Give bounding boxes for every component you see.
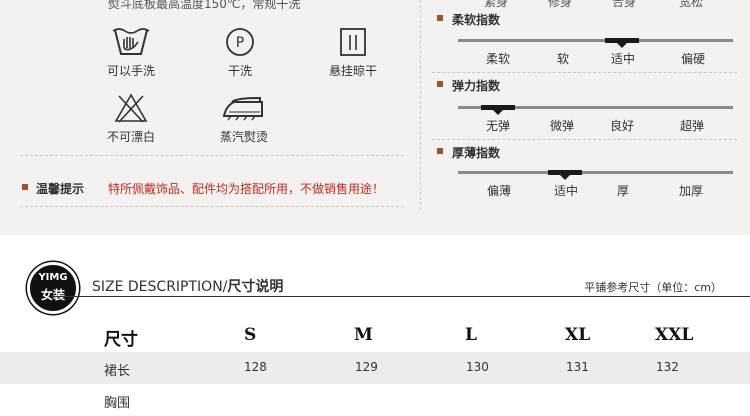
heading-rule <box>52 296 750 297</box>
hand-wash-icon <box>112 28 150 55</box>
brand-logo: YIMG 女装 <box>27 262 79 314</box>
softness-index-label: 适中 <box>610 52 636 66</box>
column-header: 尺寸 <box>104 330 138 350</box>
steam-iron-icon <box>222 96 263 121</box>
logo-text: 女装 <box>40 288 65 302</box>
care-label: 不可漂白 <box>106 130 155 144</box>
softness-index-title: 柔软指数 <box>452 13 501 27</box>
care-label: 悬挂晾干 <box>328 64 377 78</box>
thickness-index-label: 加厚 <box>678 184 704 198</box>
elasticity-index-label: 超弹 <box>679 119 705 133</box>
softness-index-scale <box>458 39 733 42</box>
care-item-dry-clean: P 干洗 <box>190 26 290 79</box>
divider <box>432 72 737 73</box>
thickness-index-pointer <box>560 175 570 180</box>
thickness-index-bullet <box>437 148 443 154</box>
logo-text: YIMG <box>38 272 68 283</box>
softness-index-label: 柔软 <box>485 52 511 66</box>
table-cell: 胸围 <box>104 396 131 411</box>
warm-tip-text: 特所佩戴饰品、配件均为搭配所用，不做销售用途！ <box>108 182 385 196</box>
thickness-index-title: 厚薄指数 <box>452 146 501 160</box>
care-item-no-bleach: 不可漂白 <box>81 92 181 145</box>
thickness-index-scale <box>458 171 733 174</box>
vertical-divider <box>420 0 421 210</box>
divider <box>432 139 737 140</box>
product-info-panel: 熨斗底板最高温度150℃，常规干洗 可以手洗 P 干洗 悬挂晾干 不可漂白 蒸汽… <box>0 0 750 235</box>
table-cell: 128 <box>244 360 267 374</box>
care-item-steam-iron: 蒸汽熨烫 <box>194 94 294 145</box>
size-section-heading: SIZE DESCRIPTION/尺寸说明 <box>92 276 283 296</box>
elasticity-index-pointer <box>493 110 503 115</box>
size-heading-cn: 尺寸说明 <box>227 279 284 295</box>
warm-tip-bullet <box>22 184 28 190</box>
dry-clean-p-icon: P <box>226 28 254 56</box>
care-label: 蒸汽熨烫 <box>219 130 268 144</box>
column-header: M <box>354 325 373 345</box>
fit-index-label: 修身 <box>547 0 573 9</box>
column-header: L <box>465 325 477 345</box>
elasticity-index-label: 微弹 <box>549 119 575 133</box>
thickness-index-label: 适中 <box>553 184 579 198</box>
size-unit-note: 平铺参考尺寸（单位：cm） <box>584 281 722 294</box>
table-cell: 裙长 <box>104 364 131 379</box>
softness-index-label: 软 <box>556 52 570 66</box>
ironing-note: 熨斗底板最高温度150℃，常规干洗 <box>108 0 301 11</box>
elasticity-index-title: 弹力指数 <box>452 79 501 93</box>
care-label: 干洗 <box>227 64 252 78</box>
thickness-index-label: 偏薄 <box>486 184 512 198</box>
table-row: 裙长 128 129 130 131 132 <box>0 352 750 384</box>
table-cell: 132 <box>656 360 679 374</box>
care-item-hang-dry: 悬挂晾干 <box>303 26 403 79</box>
fit-index-label: 宽松 <box>678 0 704 9</box>
table-cell: 130 <box>466 360 489 374</box>
hang-dry-icon <box>340 28 366 56</box>
elasticity-index-bullet <box>437 81 443 87</box>
softness-index-label: 偏硬 <box>680 52 706 66</box>
svg-text:P: P <box>236 35 244 51</box>
column-header: XXL <box>655 325 694 345</box>
column-header: XL <box>565 325 591 345</box>
table-row: 胸围 <box>0 384 750 416</box>
size-table-header: 尺寸 S M L XL XXL <box>0 323 750 351</box>
warm-tip-title: 温馨提示 <box>36 182 85 196</box>
column-header: S <box>244 325 257 345</box>
elasticity-index-label: 无弹 <box>485 119 511 133</box>
fit-index-label: 合身 <box>611 0 637 9</box>
table-cell: 129 <box>355 360 378 374</box>
no-bleach-icon <box>114 93 148 123</box>
size-heading-en: SIZE DESCRIPTION/ <box>92 279 228 295</box>
softness-index-bullet <box>437 15 443 21</box>
divider <box>20 155 404 156</box>
care-label: 可以手洗 <box>106 64 155 78</box>
care-item-hand-wash: 可以手洗 <box>81 26 181 79</box>
divider <box>20 206 404 207</box>
table-cell: 131 <box>566 360 589 374</box>
elasticity-index-label: 良好 <box>609 119 635 133</box>
thickness-index-label: 厚 <box>616 184 630 198</box>
fit-index-label: 紧身 <box>483 0 509 9</box>
softness-index-pointer <box>617 43 627 48</box>
